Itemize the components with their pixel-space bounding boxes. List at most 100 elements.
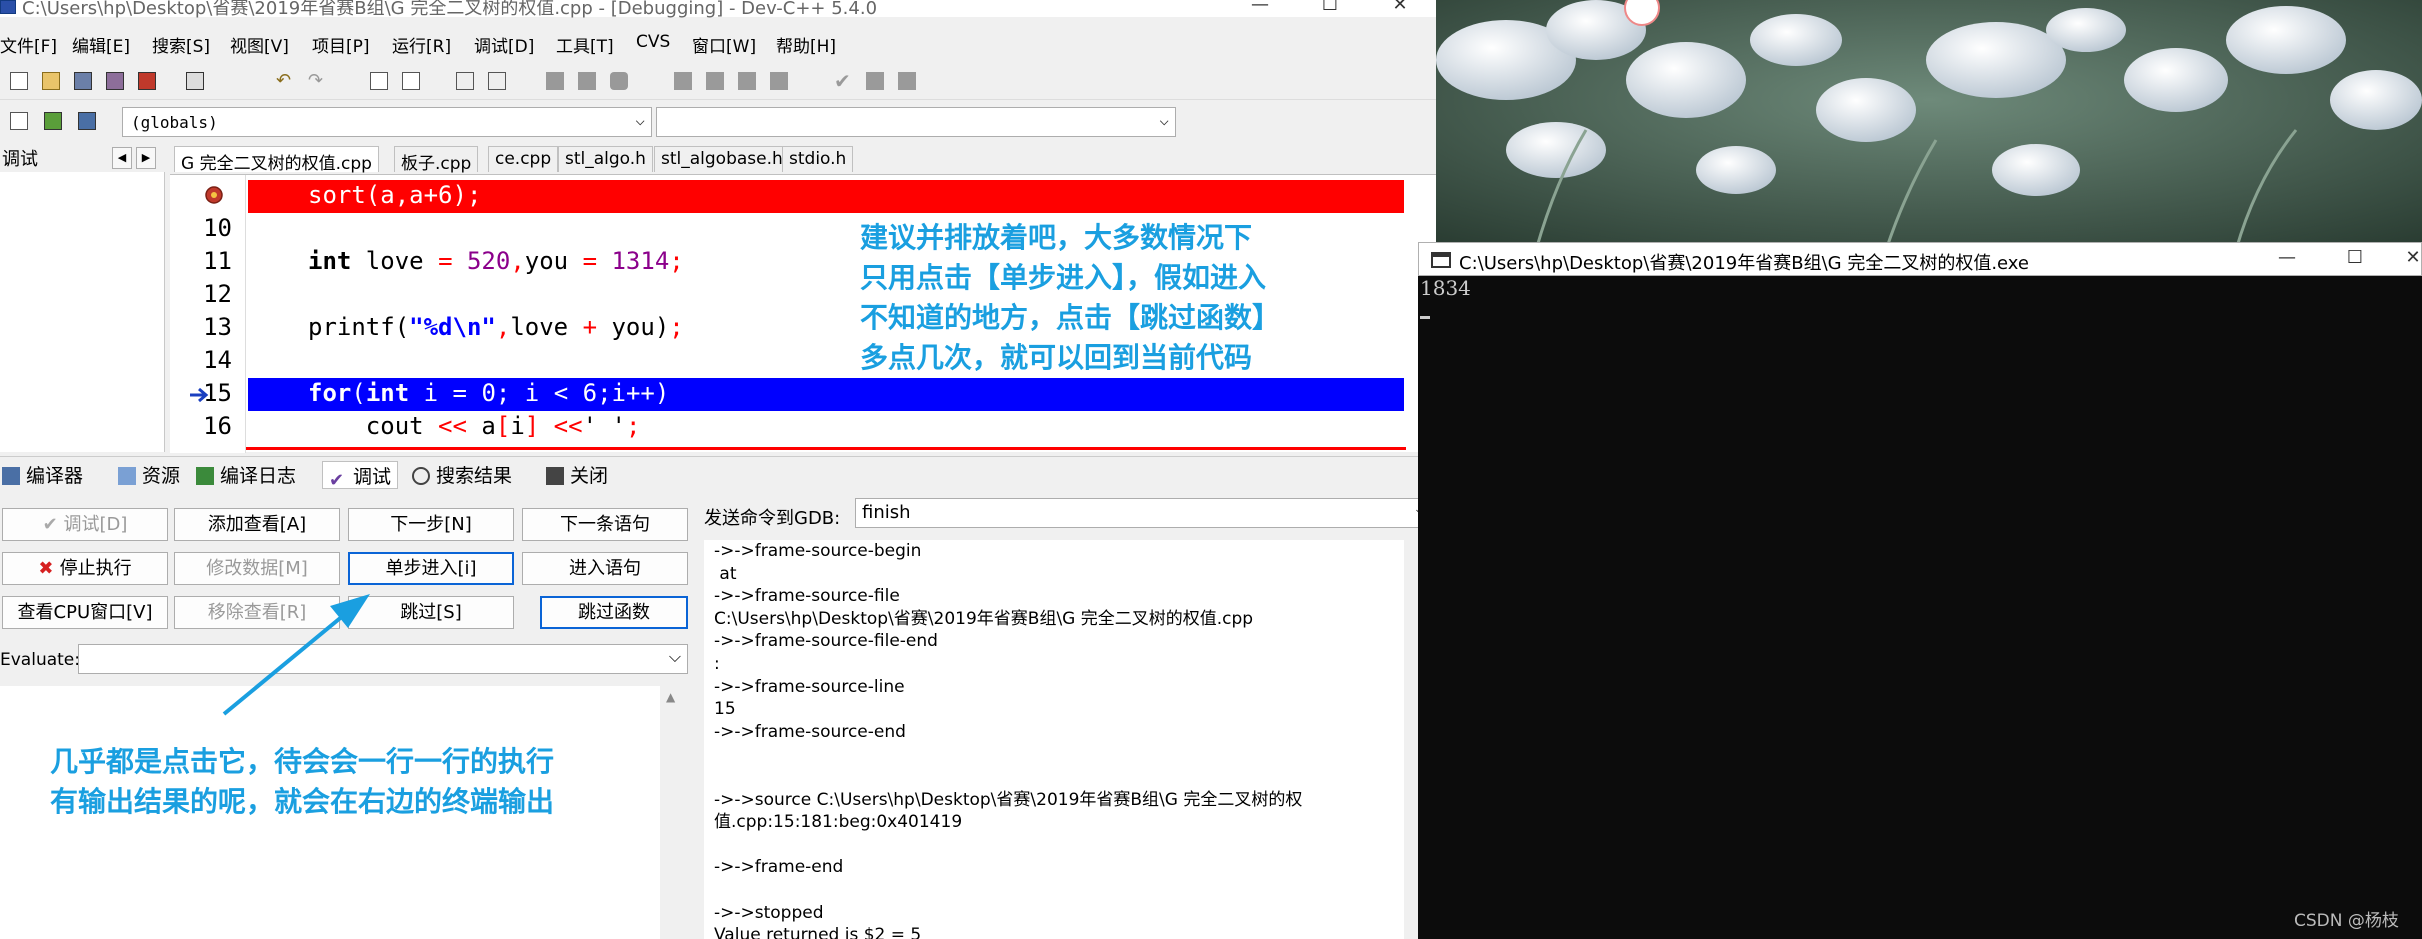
step-into-button[interactable]: 单步进入[i] — [348, 552, 514, 585]
console-output-text: 1834 — [1420, 276, 1471, 300]
console-maximize-button[interactable]: ☐ — [2335, 247, 2375, 269]
menu-run[interactable]: 运行[R] — [392, 32, 451, 57]
file-tab[interactable]: ce.cpp — [488, 146, 559, 172]
gdb-output: ->->frame-source-begin at ->->frame-sour… — [704, 540, 1404, 939]
add-watch-button[interactable]: 添加查看[A] — [174, 508, 340, 541]
function-combobox[interactable]: ⌵ — [656, 107, 1176, 137]
gdb-command-input[interactable]: finish ⌵ — [855, 498, 1433, 528]
code-line: 16 cout << a[i] <<' '; — [170, 411, 1436, 444]
debug-button[interactable]: ✔ 调试[D] — [2, 508, 168, 541]
secondary-toolbar: (globals) ⌵ ⌵ — [0, 100, 1436, 142]
project-new-icon[interactable] — [4, 106, 32, 134]
file-tab[interactable]: stl_algo.h — [558, 146, 653, 172]
scope-combobox[interactable]: (globals) ⌵ — [122, 107, 652, 137]
devcpp-window: C:\Users\hp\Desktop\省赛\2019年省赛B组\G 完全二叉树… — [0, 0, 1436, 939]
maximize-button[interactable]: ☐ — [1310, 0, 1350, 16]
layout-icon[interactable] — [700, 66, 728, 94]
tab-resources[interactable]: 资源 — [118, 461, 180, 489]
evaluate-input[interactable]: ⌵ — [78, 644, 688, 674]
find-icon[interactable] — [364, 66, 392, 94]
bottom-tabs: 编译器 资源 编译日志 ✔ 调试 搜索结果 关闭 — [0, 456, 1436, 492]
title-bar: C:\Users\hp\Desktop\省赛\2019年省赛B组\G 完全二叉树… — [0, 0, 1436, 19]
breakpoint-icon[interactable] — [182, 182, 232, 214]
line-number: 13 — [203, 313, 232, 341]
tab-search-results[interactable]: 搜索结果 — [412, 461, 512, 489]
line-number: 16 — [203, 412, 232, 440]
menu-window[interactable]: 窗口[W] — [692, 32, 756, 57]
panel-tab-debug[interactable]: 调试 — [2, 145, 38, 171]
check-icon[interactable]: ✔ — [828, 66, 856, 94]
file-tab[interactable]: 板子.cpp — [394, 146, 479, 174]
project-add-icon[interactable] — [38, 106, 66, 134]
debug-panel: ✔ 调试[D] 添加查看[A] 下一步[N] 下一条语句 ✖ 停止执行 修改数据… — [0, 492, 700, 939]
annotation-top-line: 不知道的地方，点击【跳过函数】 — [860, 301, 1281, 334]
line-number: 10 — [203, 214, 232, 242]
step-into-statement-button[interactable]: 进入语句 — [522, 552, 688, 585]
minimize-button[interactable]: — — [1240, 0, 1280, 16]
menu-tools[interactable]: 工具[T] — [556, 32, 614, 57]
file-tab[interactable]: stl_algobase.h — [654, 146, 790, 172]
open-file-icon[interactable] — [36, 66, 64, 94]
view-cpu-window-button[interactable]: 查看CPU窗口[V] — [2, 596, 168, 629]
menu-project[interactable]: 项目[P] — [312, 32, 370, 57]
chart-icon[interactable] — [860, 66, 888, 94]
unindent-icon[interactable] — [572, 66, 600, 94]
search-icon — [412, 467, 430, 485]
skip-function-button[interactable]: 跳过函数 — [540, 596, 688, 629]
console-title-bar: C:\Users\hp\Desktop\省赛\2019年省赛B组\G 完全二叉树… — [1418, 242, 2422, 276]
close-file-icon[interactable] — [132, 66, 160, 94]
tab-debug[interactable]: ✔ 调试 — [322, 461, 399, 490]
menu-help[interactable]: 帮助[H] — [776, 32, 836, 57]
next-statement-button[interactable]: 下一条语句 — [522, 508, 688, 541]
indent-icon[interactable] — [540, 66, 568, 94]
panel-next-button[interactable]: ▶ — [136, 147, 156, 169]
tab-label: 编译日志 — [220, 465, 297, 487]
code-text: cout << a[i] <<' '; — [308, 412, 641, 440]
save-all-icon[interactable] — [100, 66, 128, 94]
grid-view-icon[interactable] — [668, 66, 696, 94]
menu-debug[interactable]: 调试[D] — [474, 32, 534, 57]
file-tab[interactable]: stdio.h — [782, 146, 854, 172]
resources-icon — [118, 467, 136, 485]
annotation-top: 建议并排放着吧，大多数情况下 只用点击【单步进入】，假如进入 不知道的地方，点击… — [860, 218, 1280, 378]
tiles-icon[interactable] — [764, 66, 792, 94]
undo-icon[interactable]: ↶ — [270, 66, 298, 94]
console-minimize-button[interactable]: — — [2267, 247, 2307, 269]
redo-icon[interactable]: ↷ — [302, 66, 330, 94]
file-tab-active[interactable]: G 完全二叉树的权值.cpp — [174, 146, 379, 174]
replace-icon[interactable] — [396, 66, 424, 94]
profile-icon[interactable] — [892, 66, 920, 94]
panel-prev-button[interactable]: ◀ — [112, 147, 132, 169]
menu-cvs[interactable]: CVS — [636, 32, 670, 52]
print-icon[interactable] — [180, 66, 208, 94]
console-output-area[interactable]: 1834 — [1418, 276, 2422, 939]
console-cursor — [1420, 316, 1430, 319]
toggle-comment-icon[interactable] — [604, 66, 632, 94]
menu-view[interactable]: 视图[V] — [230, 32, 289, 57]
project-options-icon[interactable] — [72, 106, 100, 134]
line-number: 12 — [203, 280, 232, 308]
tab-compiler[interactable]: 编译器 — [2, 461, 83, 489]
modify-data-button[interactable]: 修改数据[M] — [174, 552, 340, 585]
chevron-down-icon: ⌵ — [668, 647, 681, 666]
menu-file[interactable]: 文件[F] — [0, 32, 57, 57]
compile-icon[interactable] — [450, 66, 478, 94]
new-file-icon[interactable] — [4, 66, 32, 94]
close-button[interactable]: ✕ — [1380, 0, 1420, 16]
code-text: sort(a,a+6); — [248, 180, 1404, 213]
file-tabs: G 完全二叉树的权值.cpp 板子.cpp ce.cpp stl_algo.h … — [170, 144, 1436, 174]
console-app-icon — [1431, 252, 1451, 268]
tab-compile-log[interactable]: 编译日志 — [196, 461, 296, 489]
tab-close[interactable]: 关闭 — [546, 461, 608, 489]
stop-execution-button[interactable]: ✖ 停止执行 — [2, 552, 168, 585]
console-close-button[interactable]: ✕ — [2403, 247, 2422, 269]
console-window: C:\Users\hp\Desktop\省赛\2019年省赛B组\G 完全二叉树… — [1418, 242, 2422, 939]
save-icon[interactable] — [68, 66, 96, 94]
next-step-button[interactable]: 下一步[N] — [348, 508, 514, 541]
panel-icon[interactable] — [732, 66, 760, 94]
menu-edit[interactable]: 编辑[E] — [72, 32, 130, 57]
run-icon[interactable] — [482, 66, 510, 94]
menu-search[interactable]: 搜索[S] — [152, 32, 210, 57]
gdb-command-label: 发送命令到GDB: — [704, 508, 841, 529]
evaluate-scrollbar[interactable]: ▲ — [660, 686, 686, 939]
